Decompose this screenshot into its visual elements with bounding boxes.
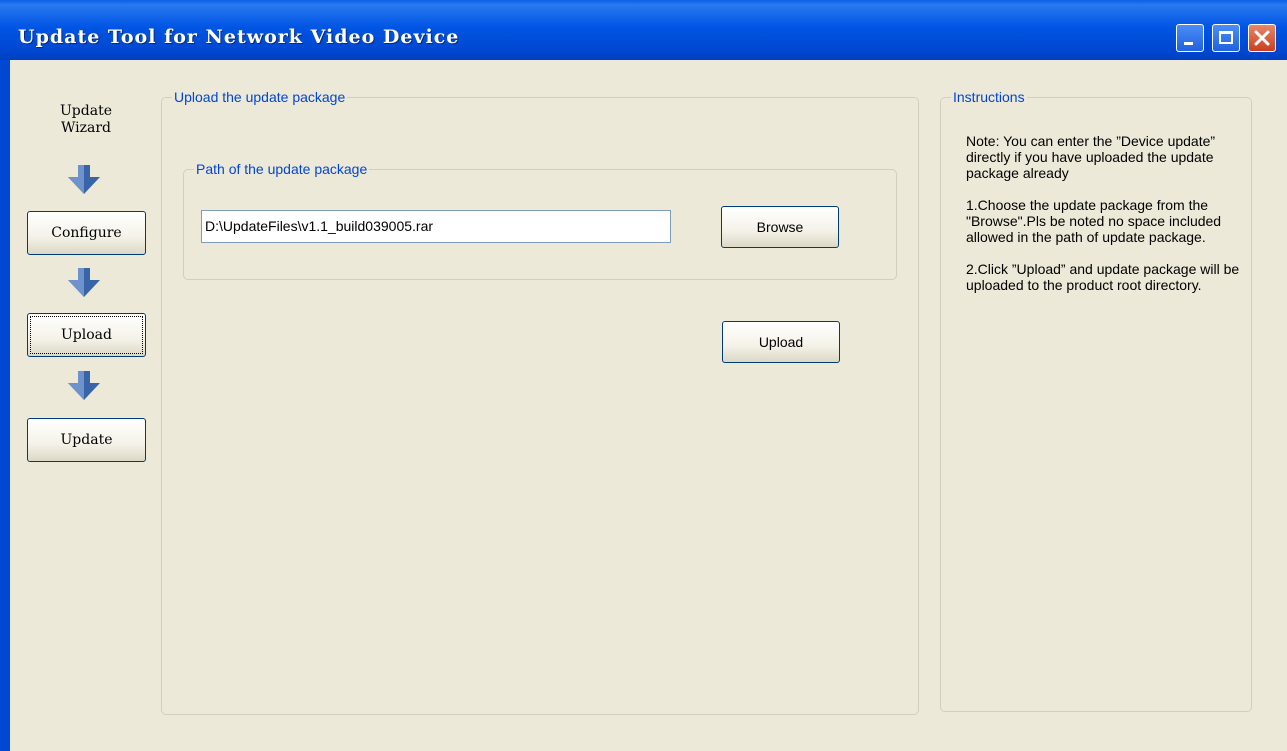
package-path-input[interactable]: D:\UpdateFiles\v1.1_build039005.rar	[201, 210, 671, 243]
close-icon	[1254, 30, 1270, 46]
instructions-step-1: 1.Choose the update package from the "Br…	[966, 197, 1222, 245]
upload-step-button[interactable]: Upload	[27, 313, 146, 357]
close-button[interactable]	[1248, 24, 1276, 52]
arrow-down-icon	[68, 165, 100, 194]
title-bar[interactable]: Update Tool for Network Video Device	[0, 0, 1287, 60]
update-step-button[interactable]: Update	[27, 418, 146, 462]
minimize-icon	[1184, 42, 1193, 45]
wizard-label: Update Wizard	[60, 103, 112, 136]
configure-step-button[interactable]: Configure	[27, 211, 146, 255]
arrow-down-icon	[68, 268, 100, 297]
upload-group-title: Upload the update package	[172, 89, 348, 105]
instructions-title: Instructions	[951, 89, 1027, 105]
window-title: Update Tool for Network Video Device	[18, 26, 460, 48]
minimize-button[interactable]	[1176, 24, 1204, 52]
path-group-title: Path of the update package	[194, 161, 370, 177]
window-border	[0, 60, 10, 751]
arrow-down-icon	[68, 371, 100, 400]
upload-button[interactable]: Upload	[722, 321, 840, 363]
instructions-note: Note: You can enter the ”Device update” …	[966, 133, 1216, 181]
maximize-button[interactable]	[1212, 24, 1240, 52]
instructions-text: Note: You can enter the ”Device update” …	[966, 133, 1241, 309]
instructions-step-2: 2.Click ”Upload” and update package will…	[966, 261, 1240, 293]
maximize-icon	[1219, 31, 1233, 44]
browse-button[interactable]: Browse	[721, 206, 839, 248]
